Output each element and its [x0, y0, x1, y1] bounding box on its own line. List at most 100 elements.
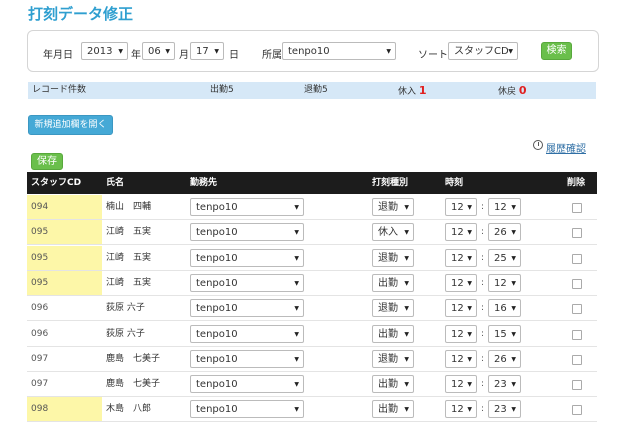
minute-select[interactable]: 25 ▼ [488, 248, 521, 267]
hour-select[interactable]: 12 ▼ [445, 273, 477, 292]
day-value: 17 [196, 46, 209, 57]
table-row: 096 荻原 六子 tenpo10 ▼ 退勤 ▼ 12 ▼:16 ▼ [27, 296, 597, 322]
hour-value: 12 [451, 277, 464, 289]
caret-down-icon: ▼ [118, 48, 123, 55]
minute-value: 23 [494, 404, 507, 416]
staff-cd: 096 [31, 303, 49, 314]
caret-down-icon: ▼ [404, 305, 409, 313]
caret-down-icon: ▼ [467, 279, 472, 287]
delete-checkbox[interactable] [572, 354, 582, 365]
break-in-count: 休入 1 [398, 82, 427, 101]
punch-type-select[interactable]: 休入 ▼ [372, 223, 414, 242]
summary-bar: レコード件数 出勤5 退勤5 休入 1 休戻 0 [28, 82, 596, 99]
history-link[interactable]: 履歴確認 [546, 140, 586, 155]
caret-down-icon: ▼ [467, 254, 472, 262]
punch-type-select[interactable]: 退勤 ▼ [372, 299, 414, 318]
minute-select[interactable]: 23 ▼ [488, 400, 521, 419]
hour-value: 12 [451, 353, 464, 365]
caret-down-icon: ▼ [294, 406, 299, 414]
workplace-select[interactable]: tenpo10 ▼ [190, 273, 304, 292]
minute-select[interactable]: 12 ▼ [488, 273, 521, 292]
caret-down-icon: ▼ [511, 204, 516, 211]
punch-type-select[interactable]: 出勤 ▼ [372, 273, 414, 292]
caret-down-icon: ▼ [467, 229, 472, 237]
sort-select[interactable]: スタッフCD ▼ [448, 42, 518, 60]
search-button[interactable]: 検索 [541, 42, 572, 60]
minute-value: 12 [494, 202, 507, 213]
hour-value: 12 [451, 252, 464, 264]
punch-type-select[interactable]: 退勤 ▼ [372, 198, 414, 216]
workplace-select[interactable]: tenpo10 ▼ [190, 299, 304, 318]
caret-down-icon: ▼ [508, 48, 513, 55]
delete-checkbox[interactable] [572, 253, 582, 264]
staff-name: 鹿島 七美子 [106, 379, 161, 390]
year-select[interactable]: 2013 ▼ [81, 42, 128, 60]
workplace-select[interactable]: tenpo10 ▼ [190, 248, 304, 267]
delete-checkbox[interactable] [572, 380, 582, 391]
minute-select[interactable]: 16 ▼ [488, 299, 521, 318]
hour-select[interactable]: 12 ▼ [445, 198, 477, 216]
hour-select[interactable]: 12 ▼ [445, 349, 477, 368]
staff-name: 木島 八郎 [106, 404, 152, 415]
time-separator: : [481, 379, 485, 390]
workplace-select[interactable]: tenpo10 ▼ [190, 375, 304, 394]
punch-type-select[interactable]: 出勤 ▼ [372, 400, 414, 419]
punch-type-value: 出勤 [378, 328, 398, 340]
delete-checkbox[interactable] [572, 329, 582, 340]
workplace-value: tenpo10 [196, 328, 238, 340]
hour-select[interactable]: 12 ▼ [445, 299, 477, 318]
minute-value: 26 [494, 227, 507, 239]
clock-out-count: 退勤5 [304, 85, 328, 95]
workplace-select[interactable]: tenpo10 ▼ [190, 349, 304, 368]
delete-checkbox[interactable] [572, 203, 582, 213]
minute-select[interactable]: 26 ▼ [488, 223, 521, 242]
caret-down-icon: ▼ [467, 204, 472, 211]
workplace-select[interactable]: tenpo10 ▼ [190, 198, 304, 216]
time-separator: : [481, 202, 485, 212]
delete-checkbox[interactable] [572, 228, 582, 239]
table-row: 095 江崎 五実 tenpo10 ▼ 休入 ▼ 12 ▼:26 ▼ [27, 220, 597, 246]
caret-down-icon: ▼ [214, 48, 219, 55]
add-new-row-button[interactable]: 新規追加欄を開く [28, 115, 113, 135]
hour-select[interactable]: 12 ▼ [445, 400, 477, 419]
workplace-select[interactable]: tenpo10 ▼ [190, 324, 304, 343]
workplace-select[interactable]: tenpo10 ▼ [190, 223, 304, 242]
caret-down-icon: ▼ [294, 305, 299, 313]
workplace-select[interactable]: tenpo10 ▼ [190, 400, 304, 419]
punch-type-select[interactable]: 退勤 ▼ [372, 248, 414, 267]
table-row: 097 鹿島 七美子 tenpo10 ▼ 退勤 ▼ 12 ▼:26 ▼ [27, 347, 597, 372]
punch-type-select[interactable]: 出勤 ▼ [372, 324, 414, 343]
minute-select[interactable]: 12 ▼ [488, 198, 521, 216]
col-delete: 削除 [567, 178, 586, 188]
hour-select[interactable]: 12 ▼ [445, 324, 477, 343]
hour-select[interactable]: 12 ▼ [445, 248, 477, 267]
save-button[interactable]: 保存 [31, 153, 63, 170]
caret-down-icon: ▼ [404, 381, 409, 389]
caret-down-icon: ▼ [294, 381, 299, 389]
delete-checkbox[interactable] [572, 304, 582, 315]
delete-checkbox[interactable] [572, 278, 582, 289]
punch-type-select[interactable]: 出勤 ▼ [372, 375, 414, 394]
hour-select[interactable]: 12 ▼ [445, 375, 477, 394]
caret-down-icon: ▼ [294, 254, 299, 262]
caret-down-icon: ▼ [511, 381, 516, 389]
caret-down-icon: ▼ [511, 254, 516, 262]
month-select[interactable]: 06 ▼ [142, 42, 175, 60]
minute-select[interactable]: 15 ▼ [488, 324, 521, 343]
caret-down-icon: ▼ [294, 204, 299, 211]
minute-select[interactable]: 26 ▼ [488, 349, 521, 368]
delete-checkbox[interactable] [572, 405, 582, 416]
caret-down-icon: ▼ [294, 355, 299, 363]
punch-type-select[interactable]: 退勤 ▼ [372, 349, 414, 368]
day-select[interactable]: 17 ▼ [190, 42, 224, 60]
staff-cd: 098 [27, 397, 102, 422]
col-staff-cd: スタッフCD [31, 178, 82, 188]
hour-value: 12 [451, 202, 464, 213]
caret-down-icon: ▼ [404, 330, 409, 338]
minute-select[interactable]: 23 ▼ [488, 375, 521, 394]
clock-in-count: 出勤5 [210, 85, 234, 95]
store-select[interactable]: tenpo10 ▼ [282, 42, 396, 60]
hour-select[interactable]: 12 ▼ [445, 223, 477, 242]
break-out-label: 休戻 [498, 87, 517, 97]
sort-value: スタッフCD [454, 46, 509, 57]
